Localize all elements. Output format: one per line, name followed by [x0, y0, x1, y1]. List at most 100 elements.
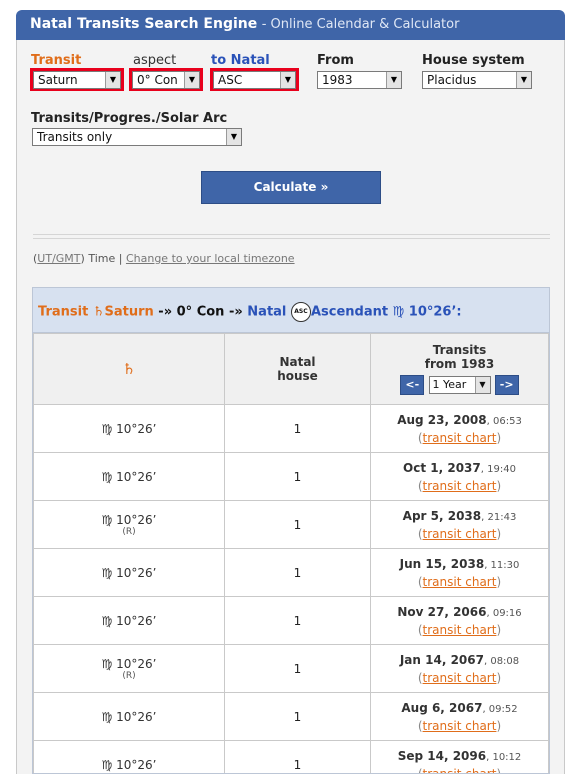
position-cell: ♍ 10°26’: [33, 596, 225, 645]
virgo-icon: ♍: [101, 757, 113, 772]
house-system-label: House system: [422, 53, 525, 68]
chevron-down-icon: ▼: [280, 72, 295, 88]
position-cell: ♍ 10°26’: [33, 548, 225, 597]
virgo-icon: ♍: [101, 469, 113, 484]
chevron-down-icon: ▼: [386, 72, 401, 88]
table-row: ♍ 10°26’ 1 Aug 23, 2008, 06:53 (transit cha…: [33, 404, 549, 453]
chevron-down-icon: ▼: [184, 72, 199, 88]
heading-arrow: -»: [228, 304, 243, 320]
position-value: 10°26’: [116, 656, 157, 671]
virgo-icon: ♍: [101, 565, 113, 580]
transits-table: ♄ Natal house Transits from 1983 <- 1 Ye…: [33, 333, 549, 774]
heading-planet: Saturn: [104, 304, 154, 320]
period-select[interactable]: 1 Year ▼: [428, 376, 491, 394]
transit-chart-link[interactable]: transit chart: [423, 719, 497, 733]
ascendant-icon: ASC: [290, 302, 311, 322]
transit-time: , 09:52: [482, 703, 518, 715]
position-value: 10°26’: [116, 757, 157, 772]
time-label: Time: [88, 252, 116, 265]
transit-date: Jan 14, 2067: [399, 652, 484, 667]
col-natal-house: Natal house: [224, 333, 371, 405]
position-value: 10°26’: [116, 512, 157, 527]
mode-label: Transits/Progres./Solar Arc: [31, 111, 228, 126]
transit-chart-link[interactable]: transit chart: [423, 671, 497, 685]
results-heading: Transit ♄Saturn -» 0° Con -» Natal ASC As…: [33, 288, 549, 333]
next-period-button[interactable]: ->: [494, 375, 519, 395]
transit-chart-link[interactable]: transit chart: [423, 479, 497, 493]
date-cell: Aug 23, 2008, 06:53 (transit chart): [370, 404, 549, 453]
table-row: ♍ 10°26’ 1 Oct 1, 2037, 19:40 (transit char…: [33, 452, 549, 501]
heading-aspect: 0° Con: [176, 304, 225, 320]
transit-chart-link[interactable]: transit chart: [423, 623, 497, 637]
change-timezone-link[interactable]: Change to your local timezone: [126, 252, 295, 265]
transit-chart-link[interactable]: transit chart: [423, 575, 497, 589]
transit-chart-link[interactable]: transit chart: [423, 431, 497, 445]
position-value: 10°26’: [116, 709, 157, 724]
transit-date: Aug 6, 2067: [401, 700, 483, 715]
from-label: From: [317, 53, 354, 68]
aspect-select-value: 0° Con: [137, 73, 178, 87]
house-cell: 1: [224, 500, 371, 549]
house-cell: 1: [224, 740, 371, 773]
period-nav: <- 1 Year ▼ ->: [372, 375, 547, 395]
saturn-icon: ♄: [122, 360, 136, 378]
from-select[interactable]: 1983 ▼: [317, 71, 402, 89]
col-planet: ♄: [33, 333, 225, 405]
natal-select-value: ASC: [218, 73, 243, 87]
from-select-value: 1983: [322, 73, 353, 87]
paren: ): [496, 526, 502, 541]
virgo-icon: ♍: [101, 656, 113, 671]
house-cell: 1: [224, 548, 371, 597]
divider: [33, 238, 550, 239]
table-row: ♍ 10°26’ 1 Sep 14, 2096, 10:12 (transit cha…: [33, 740, 549, 774]
calculate-button[interactable]: Calculate »: [201, 171, 381, 204]
chevron-down-icon: ▼: [226, 129, 241, 145]
timezone-line: (UT/GMT) Time | Change to your local tim…: [33, 252, 295, 265]
divider: [33, 234, 550, 235]
position-cell: ♍ 10°26’ (R): [33, 500, 225, 549]
date-cell: Oct 1, 2037, 19:40 (transit chart): [370, 452, 549, 501]
retrograde-marker: (R): [122, 670, 136, 681]
heading-position: 10°26’:: [408, 304, 462, 320]
position-cell: ♍ 10°26’: [33, 692, 225, 741]
position-value: 10°26’: [116, 565, 157, 580]
chevron-down-icon: ▼: [105, 72, 120, 88]
app-header: Natal Transits Search Engine - Online Ca…: [16, 10, 565, 40]
position-cell: ♍ 10°26’: [33, 404, 225, 453]
paren: ): [496, 430, 502, 445]
aspect-label: aspect: [133, 53, 177, 68]
transit-time: , 06:53: [486, 415, 522, 427]
paren: ): [496, 670, 502, 685]
transit-chart-link[interactable]: transit chart: [423, 767, 497, 774]
heading-arrow: -»: [158, 304, 173, 320]
mode-select[interactable]: Transits only ▼: [32, 128, 242, 146]
house-cell: 1: [224, 644, 371, 693]
house-system-select[interactable]: Placidus ▼: [422, 71, 532, 89]
virgo-icon: ♍: [101, 613, 113, 628]
paren: ): [80, 252, 85, 265]
transit-time: , 11:30: [484, 559, 520, 571]
transit-date: Sep 14, 2096: [397, 748, 487, 763]
natal-select[interactable]: ASC ▼: [213, 71, 296, 89]
house-cell: 1: [224, 692, 371, 741]
aspect-select[interactable]: 0° Con ▼: [132, 71, 200, 89]
table-row: ♍ 10°26’ (R) 1 Jan 14, 2067, 08:08 (transit …: [33, 644, 549, 693]
transit-chart-link[interactable]: transit chart: [423, 527, 497, 541]
col-transits: Transits from 1983 <- 1 Year ▼ ->: [370, 333, 549, 405]
virgo-icon: ♍: [101, 512, 113, 527]
paren: ): [496, 718, 502, 733]
position-value: 10°26’: [116, 613, 157, 628]
transit-label: Transit: [31, 53, 82, 68]
date-cell: Nov 27, 2066, 09:16 (transit chart): [370, 596, 549, 645]
chevron-down-icon: ▼: [516, 72, 531, 88]
heading-point: Ascendant: [310, 304, 389, 320]
table-row: ♍ 10°26’ 1 Nov 27, 2066, 09:16 (transit cha…: [33, 596, 549, 645]
paren: ): [496, 574, 502, 589]
position-value: 10°26’: [116, 421, 157, 436]
ut-gmt-link[interactable]: UT/GMT: [37, 252, 80, 265]
transit-time: , 10:12: [486, 751, 522, 763]
date-cell: Jun 15, 2038, 11:30 (transit chart): [370, 548, 549, 597]
prev-period-button[interactable]: <-: [400, 375, 425, 395]
paren: ): [496, 478, 502, 493]
transit-select[interactable]: Saturn ▼: [33, 71, 121, 89]
